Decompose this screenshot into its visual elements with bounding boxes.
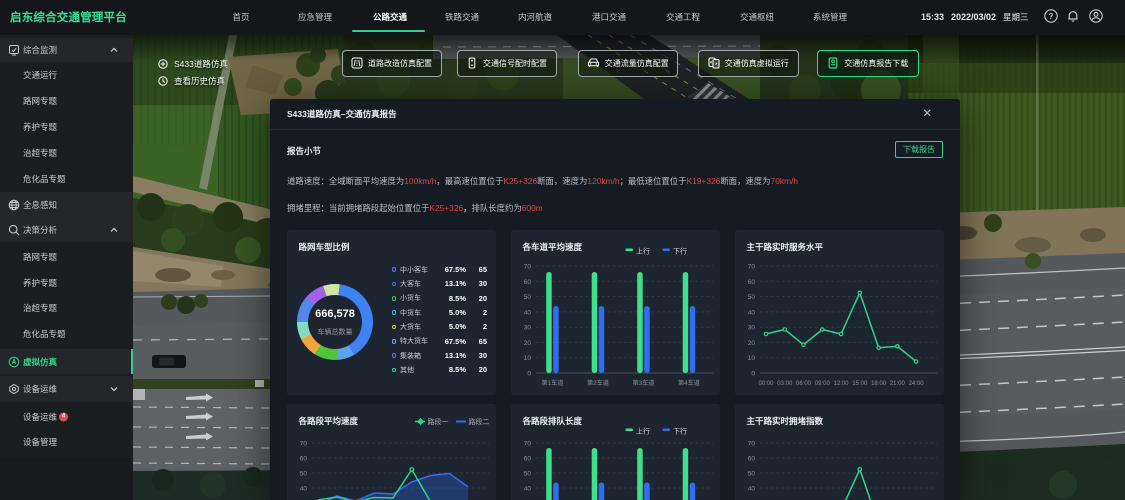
svg-text:60: 60 [523,456,531,463]
svg-text:40: 40 [747,486,755,493]
svg-text:第3车道: 第3车道 [632,379,654,387]
svg-text:24:00: 24:00 [908,381,924,387]
svg-text:下行: 下行 [673,247,687,256]
svg-text:0: 0 [527,371,531,378]
svg-text:70: 70 [747,441,755,448]
svg-text:50: 50 [747,294,755,301]
svg-text:60: 60 [747,279,755,286]
svg-text:00:00: 00:00 [758,381,774,387]
svg-text:下行: 下行 [673,427,687,436]
svg-text:70: 70 [299,441,307,448]
svg-text:21:00: 21:00 [889,381,905,387]
svg-text:15:00: 15:00 [852,381,868,387]
svg-text:40: 40 [747,309,755,316]
svg-text:70: 70 [747,264,755,271]
svg-text:09:00: 09:00 [814,381,830,387]
svg-text:70: 70 [523,441,531,448]
svg-text:50: 50 [299,471,307,478]
svg-text:06:00: 06:00 [795,381,811,387]
svg-text:50: 50 [523,294,531,301]
svg-text:50: 50 [523,471,531,478]
svg-text:路段二: 路段二 [468,417,489,426]
svg-text:第2车道: 第2车道 [586,379,608,387]
svg-text:60: 60 [299,456,307,463]
svg-text:上行: 上行 [636,247,650,256]
svg-text:0: 0 [751,371,755,378]
svg-text:70: 70 [523,264,531,271]
svg-text:60: 60 [523,279,531,286]
svg-text:10: 10 [747,355,755,362]
svg-text:12:00: 12:00 [833,381,849,387]
svg-text:40: 40 [299,486,307,493]
svg-text:?: ? [1049,12,1054,21]
svg-text:20: 20 [523,340,531,347]
svg-text:第4车道: 第4车道 [677,379,699,387]
svg-text:40: 40 [523,309,531,316]
svg-text:20: 20 [747,340,755,347]
svg-text:第1车道: 第1车道 [541,379,563,387]
svg-text:上行: 上行 [636,427,650,436]
svg-text:50: 50 [747,471,755,478]
svg-text:60: 60 [747,456,755,463]
svg-text:03:00: 03:00 [777,381,793,387]
svg-text:18:00: 18:00 [871,381,887,387]
svg-text:路段一: 路段一 [427,417,448,426]
svg-text:30: 30 [747,325,755,332]
svg-text:30: 30 [523,325,531,332]
svg-text:40: 40 [523,486,531,493]
svg-text:10: 10 [523,355,531,362]
